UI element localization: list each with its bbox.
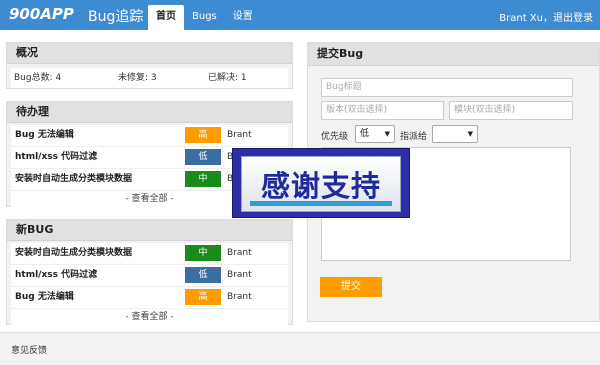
chevron-down-icon: ▼ xyxy=(467,130,473,138)
view-all-link[interactable]: - 查看全部 - xyxy=(11,309,288,326)
priority-badge: 中 xyxy=(185,245,221,261)
thanks-banner-inner: 感谢支持 xyxy=(241,156,401,212)
main-nav: 首页 Bugs 设置 xyxy=(148,5,261,30)
stat-unfixed: 未修复: 3 xyxy=(118,73,157,83)
tab-bugs[interactable]: Bugs xyxy=(184,5,225,30)
top-bar: 900APP Bug追踪 首页 Bugs 设置 Brant Xu，退出登录 xyxy=(0,0,600,30)
priority-label: 优先级 xyxy=(321,132,349,142)
list-item[interactable]: 安装时自动生成分类模块数据 中 Brant xyxy=(11,243,288,265)
version-input[interactable]: 版本(双击选择) xyxy=(321,101,444,120)
assign-label: 指派给 xyxy=(400,132,428,142)
newbug-title: 新BUG xyxy=(7,220,292,241)
bug-title[interactable]: 安装时自动生成分类模块数据 xyxy=(15,243,132,264)
app-logo[interactable]: 900APP xyxy=(9,5,74,23)
bug-title[interactable]: html/xss 代码过滤 xyxy=(15,265,97,286)
priority-select[interactable]: 低 ▼ xyxy=(355,125,395,143)
bug-owner: Brant xyxy=(227,292,252,302)
chevron-down-icon: ▼ xyxy=(384,130,390,138)
app-name: Bug追踪 xyxy=(88,9,144,25)
newbug-list: 安装时自动生成分类模块数据 中 Brant html/xss 代码过滤 低 Br… xyxy=(11,243,288,326)
priority-badge: 中 xyxy=(185,171,221,187)
list-item[interactable]: html/xss 代码过滤 低 Brant xyxy=(11,265,288,287)
bug-title[interactable]: html/xss 代码过滤 xyxy=(15,147,97,168)
tab-home[interactable]: 首页 xyxy=(148,5,184,30)
bug-title-input[interactable]: Bug标题 xyxy=(321,78,573,97)
module-input[interactable]: 模块(双击选择) xyxy=(449,101,573,120)
overview-title: 概况 xyxy=(7,43,292,64)
newbug-panel: 新BUG 安装时自动生成分类模块数据 中 Brant html/xss 代码过滤… xyxy=(6,219,293,326)
submit-bug-title: 提交Bug xyxy=(308,43,599,66)
priority-select-value: 低 xyxy=(360,129,370,139)
feedback-link[interactable]: 意见反馈 xyxy=(11,343,47,356)
submit-button[interactable]: 提交 xyxy=(320,277,382,297)
list-item[interactable]: Bug 无法编辑 高 Brant xyxy=(11,125,288,147)
bug-title[interactable]: 安装时自动生成分类模块数据 xyxy=(15,169,132,190)
logout-link[interactable]: ，退出登录 xyxy=(543,13,593,24)
assign-select[interactable]: ▼ xyxy=(432,125,478,143)
banner-stripe xyxy=(250,201,392,206)
priority-badge: 低 xyxy=(185,267,221,283)
stat-resolved: 已解决: 1 xyxy=(208,73,247,83)
priority-badge: 低 xyxy=(185,149,221,165)
thanks-text: 感谢支持 xyxy=(260,169,381,203)
overview-stats: Bug总数: 4 未修复: 3 已解决: 1 xyxy=(11,68,288,88)
bug-title[interactable]: Bug 无法编辑 xyxy=(15,125,74,146)
bug-owner: Brant xyxy=(227,270,252,280)
tab-settings[interactable]: 设置 xyxy=(225,5,261,30)
todo-title: 待办理 xyxy=(7,102,292,123)
bug-owner: Brant xyxy=(227,248,252,258)
footer: 意见反馈 xyxy=(0,332,600,365)
overview-body: Bug总数: 4 未修复: 3 已解决: 1 xyxy=(11,68,288,88)
user-info: Brant Xu，退出登录 xyxy=(499,9,593,24)
bug-owner: Brant xyxy=(227,130,252,140)
overview-panel: 概况 Bug总数: 4 未修复: 3 已解决: 1 xyxy=(6,42,293,89)
stat-total: Bug总数: 4 xyxy=(14,73,62,83)
bug-title[interactable]: Bug 无法编辑 xyxy=(15,287,74,308)
priority-badge: 高 xyxy=(185,127,221,143)
priority-badge: 高 xyxy=(185,289,221,305)
thanks-banner[interactable]: 感谢支持 xyxy=(232,148,410,218)
user-name[interactable]: Brant Xu xyxy=(499,13,543,24)
list-item[interactable]: Bug 无法编辑 高 Brant xyxy=(11,287,288,309)
